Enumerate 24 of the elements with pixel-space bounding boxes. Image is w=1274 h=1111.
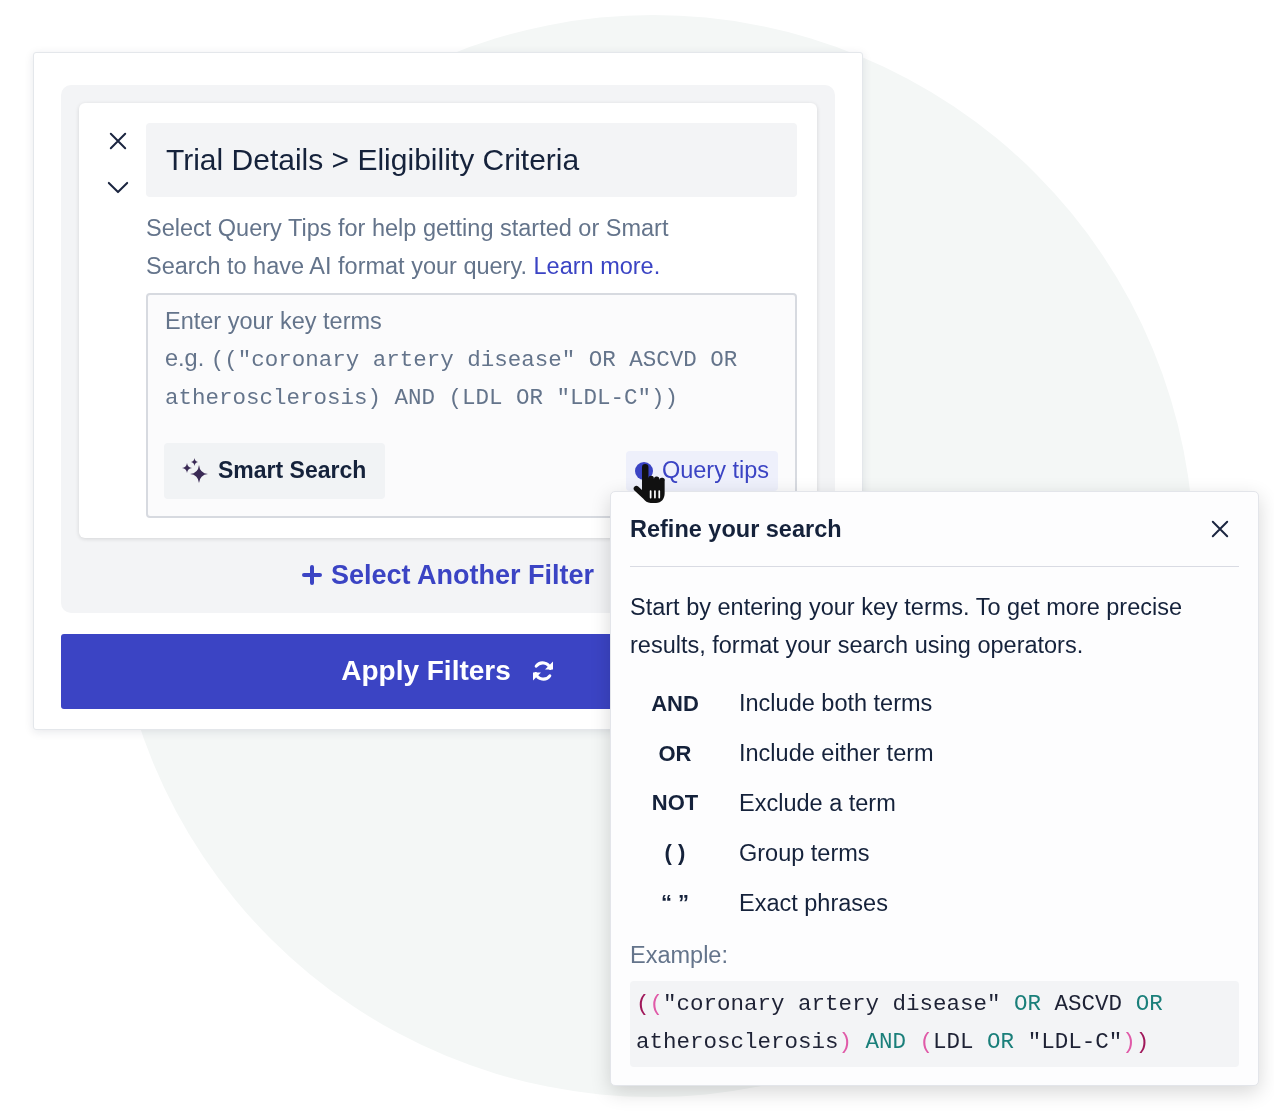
- refresh-icon: [530, 659, 555, 683]
- popover-title: Refine your search: [630, 515, 842, 543]
- operator-description: Exact phrases: [739, 889, 888, 917]
- help-text: Select Query Tips for help getting started or Smart Search to have AI format your query. Learn more.: [146, 214, 670, 281]
- plus-icon: [301, 565, 322, 585]
- operator-description: Group terms: [739, 839, 870, 867]
- query-tips-button[interactable]: Query tips: [625, 450, 778, 491]
- operator-label: NOT: [651, 790, 699, 817]
- operator-label: “ ”: [660, 890, 690, 917]
- example-code: (("coronary artery disease" OR ASCVD OR atherosclerosis) AND (LDL OR "LDL-C")): [630, 981, 1239, 1067]
- operator-description: Exclude a term: [739, 790, 896, 817]
- operator-label: OR: [658, 740, 692, 767]
- filter-breadcrumb: Trial Details > Eligibility Criteria: [146, 123, 797, 197]
- operator-label: ( ): [664, 840, 686, 867]
- example-label: Example:: [630, 941, 729, 970]
- close-icon[interactable]: [1211, 520, 1229, 538]
- sparkle-icon: [182, 457, 208, 484]
- operator-description: Include either term: [739, 740, 934, 768]
- chevron-down-icon[interactable]: [107, 181, 129, 194]
- learn-more-link[interactable]: Learn more.: [533, 253, 661, 279]
- smart-search-button[interactable]: Smart Search: [164, 442, 386, 499]
- close-icon[interactable]: [109, 132, 127, 150]
- select-another-filter-button[interactable]: Select Another Filter: [301, 559, 595, 591]
- query-input-field[interactable]: Enter your key terms e.g. (("coronary artery disease" OR ASCVD OR atherosclerosis) AND (LDL OR "LDL-C")) Smart Search Query tips: [146, 293, 797, 518]
